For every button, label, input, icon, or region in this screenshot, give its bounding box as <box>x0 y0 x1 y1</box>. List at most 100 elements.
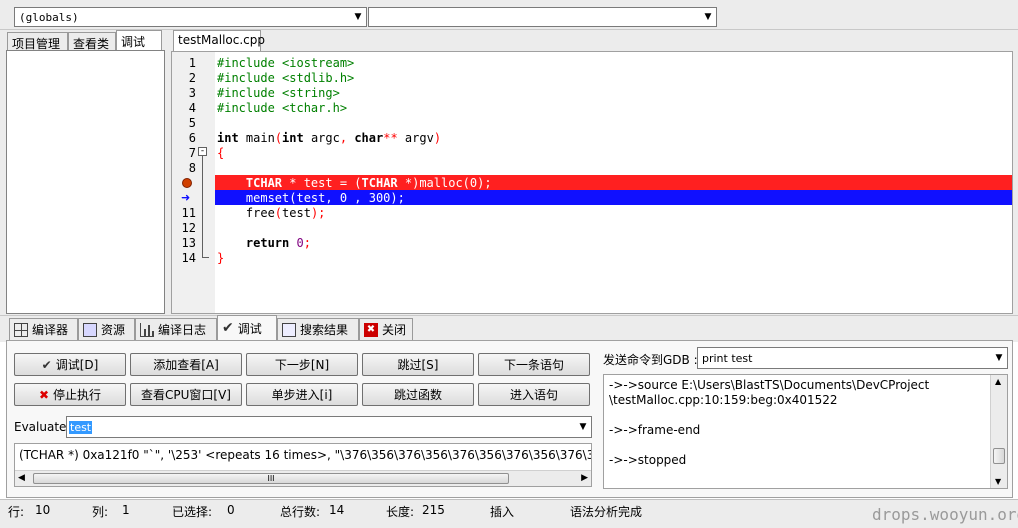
scope-combo[interactable]: (globals) ▼ <box>14 7 367 27</box>
line-number: 2 <box>188 71 196 85</box>
status-col-value: 1 <box>122 503 130 517</box>
tab-label: 搜索结果 <box>300 323 349 337</box>
evaluate-value: test <box>67 420 575 434</box>
code-line: TCHAR * test = (TCHAR *)malloc(0); <box>245 176 492 190</box>
line-number: 3 <box>188 86 196 100</box>
vertical-scrollbar[interactable]: ▲ ▼ <box>990 375 1007 488</box>
tab-search-results[interactable]: 搜索结果 <box>277 318 359 340</box>
tab-resources[interactable]: 资源 <box>78 318 135 340</box>
into-statement-button[interactable]: 进入语句 <box>478 383 590 406</box>
evaluate-result-text: (TCHAR *) 0xa121f0 "`", '\253' <repeats … <box>19 448 591 462</box>
gdb-command-value: print test <box>702 351 753 365</box>
tab-classes[interactable]: 查看类 <box>68 32 116 51</box>
line-number: 7 <box>188 146 196 160</box>
tab-label: 关闭 <box>381 323 406 337</box>
line-number: 11 <box>181 206 196 220</box>
status-len-value: 215 <box>422 503 445 517</box>
tab-compiler[interactable]: 编译器 <box>9 318 78 340</box>
grid-icon <box>14 322 28 337</box>
line-number: 13 <box>181 236 196 250</box>
gdb-output-line: \testMalloc.cpp:10:159:beg:0x401522 <box>609 393 838 407</box>
fold-line <box>202 156 203 258</box>
line-number: 14 <box>181 251 196 265</box>
status-row-label: 行: <box>8 505 25 519</box>
status-sel-value: 0 <box>227 503 235 517</box>
skip-button[interactable]: 跳过[S] <box>362 353 474 376</box>
code-line: } <box>217 251 225 265</box>
next-step-button[interactable]: 下一步[N] <box>246 353 358 376</box>
tab-label: 编译日志 <box>158 323 207 337</box>
breakpoint-icon[interactable] <box>182 178 192 188</box>
tab-label: 编译器 <box>32 323 69 337</box>
chevron-down-icon: ▼ <box>704 12 712 22</box>
watermark: drops.wooyun.org <box>872 505 1018 524</box>
gdb-output-line: ->->stopped <box>609 453 687 467</box>
button-label: 停止执行 <box>53 388 102 402</box>
evaluate-label: Evaluate: <box>14 420 71 434</box>
function-combo[interactable]: ▼ <box>368 7 717 27</box>
status-col-label: 列: <box>92 505 109 519</box>
code-line: #include <iostream> <box>217 56 355 70</box>
debug-watch-panel[interactable] <box>6 50 165 314</box>
gdb-command-input[interactable]: print test ▼ <box>697 347 1008 369</box>
scroll-up-icon[interactable]: ▲ <box>995 377 1001 386</box>
tab-project[interactable]: 项目管理 <box>7 32 68 51</box>
scroll-left-icon[interactable]: ◀ <box>18 473 25 483</box>
scope-combo-value: (globals) <box>19 10 79 24</box>
code-line: { <box>217 146 225 160</box>
horizontal-scrollbar[interactable]: ◀ III ▶ <box>15 470 591 486</box>
skip-function-button[interactable]: 跳过函数 <box>362 383 474 406</box>
search-icon <box>282 322 296 337</box>
code-line: #include <string> <box>217 86 340 100</box>
code-line: int main(int argc, char** argv) <box>217 131 442 145</box>
step-into-button[interactable]: 单步进入[i] <box>246 383 358 406</box>
gdb-label: 发送命令到GDB : <box>603 353 698 367</box>
fold-minus-icon[interactable]: - <box>198 147 207 156</box>
current-line-arrow-icon: ➜ <box>181 191 191 204</box>
status-sel-label: 已选择: <box>172 505 213 519</box>
evaluate-result-box[interactable]: (TCHAR *) 0xa121f0 "`", '\253' <repeats … <box>14 443 592 487</box>
line-number: 6 <box>188 131 196 145</box>
stop-button[interactable]: ✖ 停止执行 <box>14 383 126 406</box>
checkmark-icon: ✔ <box>222 320 234 336</box>
status-mode: 插入 <box>490 505 515 519</box>
scroll-down-icon[interactable]: ▼ <box>995 477 1001 486</box>
chevron-down-icon: ▼ <box>579 422 587 432</box>
gdb-output-line: ->->source E:\Users\BlastTS\Documents\De… <box>609 378 930 392</box>
evaluate-selected-text: test <box>69 420 93 434</box>
cpu-window-button[interactable]: 查看CPU窗口[V] <box>130 383 242 406</box>
tab-close[interactable]: ✖ 关闭 <box>359 318 413 340</box>
fold-end <box>202 257 209 258</box>
button-label: 调试[D] <box>55 358 99 372</box>
tab-debug[interactable]: ✔ 调试 <box>217 315 277 340</box>
status-parse: 语法分析完成 <box>570 505 643 519</box>
status-len-label: 长度: <box>386 505 415 519</box>
scrollbar-thumb[interactable]: III <box>33 473 509 484</box>
resources-icon <box>83 322 97 337</box>
line-number: 4 <box>188 101 196 115</box>
tab-label: 调试 <box>237 321 262 336</box>
line-number: 1 <box>188 56 196 70</box>
stop-x-icon: ✖ <box>38 387 50 402</box>
chart-icon <box>140 322 154 337</box>
tab-compile-log[interactable]: 编译日志 <box>135 318 217 340</box>
scrollbar-thumb[interactable] <box>993 448 1005 464</box>
scroll-right-icon[interactable]: ▶ <box>581 473 588 483</box>
chevron-down-icon: ▼ <box>995 353 1003 363</box>
tab-file[interactable]: testMalloc.cpp <box>173 30 265 52</box>
evaluate-input[interactable]: test ▼ <box>66 416 592 438</box>
code-line: #include <stdlib.h> <box>217 71 355 85</box>
debug-button[interactable]: ✔ 调试[D] <box>14 353 126 376</box>
next-statement-button[interactable]: 下一条语句 <box>478 353 590 376</box>
line-number: 8 <box>188 161 196 175</box>
tab-debug-left[interactable]: 调试 <box>116 30 162 51</box>
chevron-down-icon: ▼ <box>354 12 362 22</box>
gdb-output-line: ->->frame-end <box>609 423 701 437</box>
close-icon: ✖ <box>364 322 378 337</box>
tab-label: 资源 <box>101 323 126 337</box>
gdb-output-box[interactable]: ->->source E:\Users\BlastTS\Documents\De… <box>603 374 1008 489</box>
code-line: free(test); <box>217 206 326 220</box>
status-row-value: 10 <box>35 503 51 517</box>
checkmark-icon: ✔ <box>41 357 52 372</box>
add-watch-button[interactable]: 添加查看[A] <box>130 353 242 376</box>
